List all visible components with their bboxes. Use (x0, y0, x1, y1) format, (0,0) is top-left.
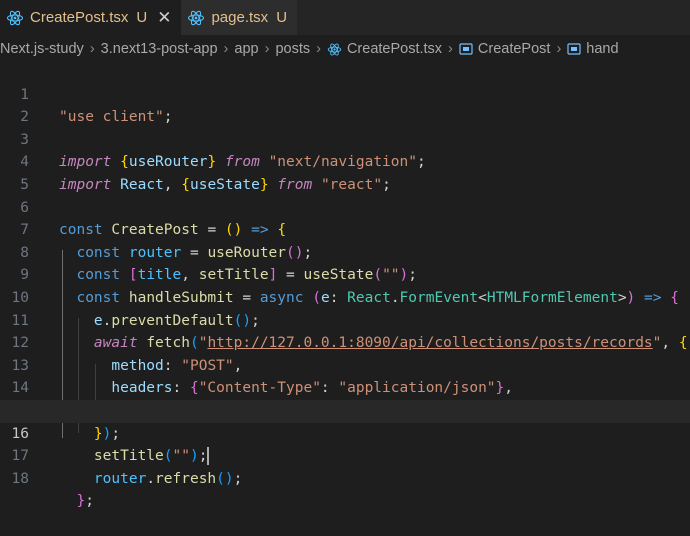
code-line: 11 await fetch("http://127.0.0.1:8090/ap… (0, 287, 690, 352)
tab-createpost[interactable]: CreatePost.tsx U ✕ (0, 0, 182, 35)
code-line-current: 16 setTitle(""); (0, 400, 690, 466)
breadcrumb-item[interactable]: 3.next13-post-app (101, 41, 218, 57)
code-line: 12 method: "POST", (0, 310, 690, 374)
chevron-right-icon: › (223, 41, 229, 57)
tab-page[interactable]: page.tsx U (181, 0, 298, 35)
chevron-right-icon: › (448, 41, 453, 57)
code-line: 8 const [title, setTitle] = useState("")… (0, 219, 690, 284)
breadcrumb-item[interactable]: Next.js-study (0, 41, 84, 57)
react-icon (6, 9, 24, 27)
line-number: 18 (11, 470, 29, 487)
breadcrumb-item[interactable]: posts (275, 41, 310, 57)
code-line: 5 (0, 151, 690, 193)
tab-label: page.tsx (211, 9, 269, 26)
untracked-badge: U (136, 9, 148, 26)
code-line: 9 const handleSubmit = async (e: React.F… (0, 242, 690, 306)
breadcrumb-item-symbol[interactable]: CreatePost (459, 41, 550, 57)
variable-symbol-icon (459, 43, 473, 55)
react-icon (187, 9, 205, 27)
breadcrumb-item-file[interactable]: CreatePost.tsx (327, 41, 442, 57)
code-line: 15 }); (0, 377, 690, 442)
chevron-right-icon: › (89, 41, 95, 57)
editor-tab-bar: CreatePost.tsx U ✕ page.tsx U (0, 0, 690, 36)
code-line: 6 const CreatePost = () => { (0, 174, 690, 239)
line-text: }; (76, 493, 94, 510)
breadcrumb: Next.js-study › 3.next13-post-app › app … (0, 35, 690, 63)
code-line: 1 "use client"; (0, 61, 690, 126)
code-line: 17 router.refresh(); (0, 423, 690, 487)
chevron-right-icon: › (316, 41, 321, 57)
code-editor[interactable]: 1 "use client"; 2 3 import {useRouter} f… (0, 60, 690, 509)
code-line: 14 body: JSON.stringify({title}), (0, 355, 690, 419)
code-line: 3 import {useRouter} from "next/navigati… (0, 106, 690, 171)
line-text: router.refresh(); (93, 470, 243, 487)
code-line: 18 }; (0, 445, 690, 510)
code-line: 13 headers: {"Content-Type": "applicatio… (0, 332, 690, 397)
code-line: 4 import React, {useState} from "react"; (0, 129, 690, 193)
chevron-right-icon: › (556, 41, 562, 57)
code-line: 10 e.preventDefault(); (0, 264, 690, 329)
close-icon[interactable]: ✕ (157, 9, 171, 26)
untracked-badge: U (276, 9, 288, 26)
breadcrumb-item[interactable]: app (234, 41, 258, 57)
chevron-right-icon: › (264, 41, 270, 57)
variable-symbol-icon (567, 43, 581, 55)
breadcrumb-item-symbol[interactable]: hand (567, 41, 619, 57)
react-icon (327, 42, 342, 57)
code-line: 2 (0, 84, 690, 125)
tab-label: CreatePost.tsx (30, 9, 129, 26)
code-line: 7 const router = useRouter(); (0, 197, 690, 261)
